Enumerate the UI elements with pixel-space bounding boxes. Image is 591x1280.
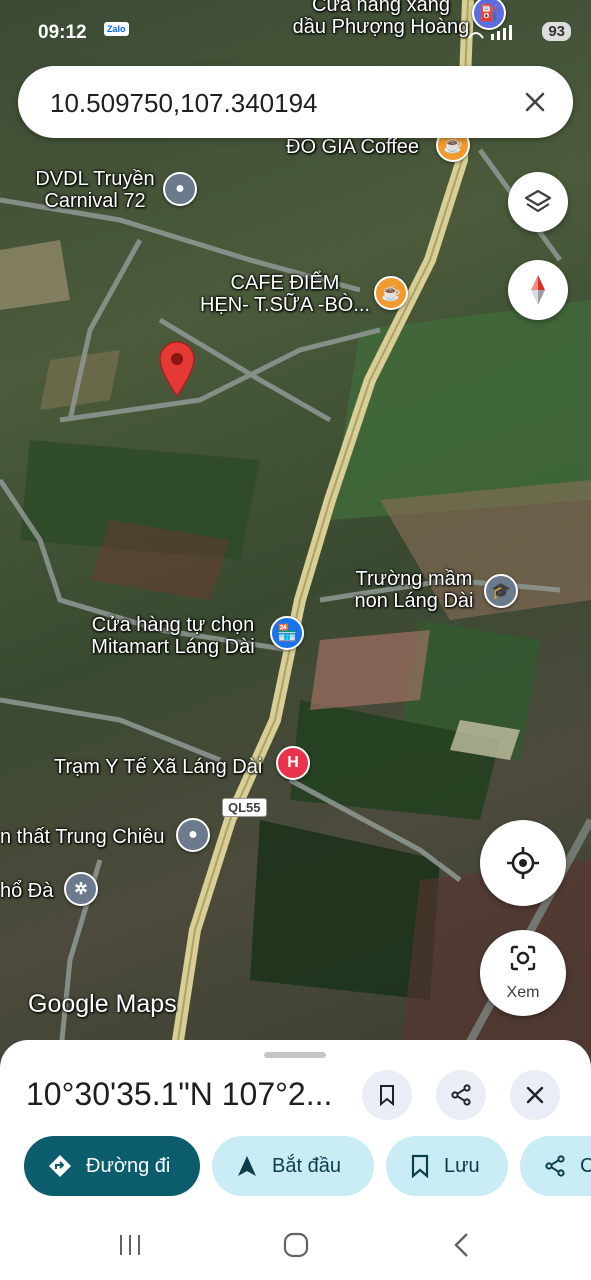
signal-bars-icon: [468, 25, 512, 40]
poi-label-line: HẸN- T.SỮA -BÒ...: [199, 294, 371, 316]
hospital-icon[interactable]: H: [276, 746, 310, 780]
poi-label-line: Trường mầm: [355, 568, 473, 590]
recent-apps-icon: [120, 1235, 140, 1255]
poi-dogia-coffee-label[interactable]: ĐÔ GIA Coffee: [286, 136, 419, 158]
status-time: 09:12: [38, 22, 87, 43]
zalo-notification-icon: Zalo: [104, 22, 129, 36]
action-chips-row[interactable]: Đường đi Bắt đầu Lưu C: [24, 1136, 591, 1198]
directions-button[interactable]: Đường đi: [24, 1136, 200, 1196]
poi-label-line: Carnival 72: [44, 190, 146, 212]
share-icon: [451, 1084, 471, 1106]
system-navigation-bar: [0, 1210, 591, 1280]
school-icon[interactable]: 🎓: [484, 574, 518, 608]
poi-cafe-diem-hen-label[interactable]: CAFE ĐIỂM HẸN- T.SỮA -BÒ...: [196, 272, 374, 316]
place-icon[interactable]: ●: [163, 172, 197, 206]
save-button[interactable]: Lưu: [386, 1136, 508, 1196]
lens-label: Xem: [506, 984, 540, 1001]
home-button[interactable]: [276, 1228, 316, 1262]
directions-icon: [49, 1155, 71, 1177]
close-sheet-button[interactable]: [510, 1070, 560, 1120]
navigation-icon: [238, 1156, 256, 1176]
search-bar[interactable]: 10.509750,107.340194: [18, 66, 573, 138]
coffee-icon[interactable]: ☕: [374, 276, 408, 310]
save-place-button[interactable]: [362, 1070, 412, 1120]
bookmark-icon: [411, 1154, 429, 1178]
recent-apps-button[interactable]: [110, 1228, 150, 1262]
poi-dvdl-label[interactable]: DVDL Truyền Carnival 72: [30, 168, 160, 212]
layers-icon: [524, 189, 552, 213]
my-location-button[interactable]: [480, 820, 566, 906]
poi-school-label[interactable]: Trường mầm non Láng Dài: [346, 568, 482, 612]
compass-button[interactable]: [508, 260, 568, 320]
compass-icon: [531, 275, 545, 305]
location-pin-icon[interactable]: [158, 340, 196, 398]
poi-ho-da-label[interactable]: hổ Đà: [0, 880, 53, 902]
poi-label-line: non Láng Dài: [354, 590, 474, 612]
place-icon[interactable]: ●: [176, 818, 210, 852]
wifi-signal-icon: [467, 24, 523, 45]
poi-label-line: DVDL Truyền: [35, 168, 155, 190]
google-maps-logo: Google Maps: [28, 990, 177, 1018]
directions-label: Đường đi: [86, 1154, 171, 1177]
start-label: Bắt đầu: [272, 1154, 341, 1177]
poi-trung-chieu-label[interactable]: n thất Trung Chiêu: [0, 826, 165, 848]
close-icon: [526, 1086, 544, 1104]
place-coordinate-title: 10°30'35.1"N 107°2...: [26, 1076, 333, 1112]
bookmark-icon: [380, 1085, 394, 1106]
sheet-drag-handle[interactable]: [264, 1052, 326, 1058]
status-bar: 09:12 Zalo 93: [38, 14, 571, 50]
back-button[interactable]: [442, 1228, 482, 1262]
battery-indicator: 93: [542, 22, 571, 41]
poi-tram-y-te-label[interactable]: Trạm Y Tế Xã Láng Dài: [54, 756, 262, 778]
home-icon: [283, 1232, 309, 1258]
lens-view-button[interactable]: Xem: [480, 930, 566, 1016]
share-icon: [545, 1155, 565, 1177]
search-query-text[interactable]: 10.509750,107.340194: [50, 88, 318, 119]
close-icon: [525, 92, 545, 112]
share-place-button[interactable]: [436, 1070, 486, 1120]
layers-button[interactable]: [508, 172, 568, 232]
back-icon: [454, 1233, 468, 1257]
lens-icon: [510, 945, 536, 971]
poi-label-line: Mitamart Láng Dài: [91, 636, 255, 658]
poi-label-line: CAFE ĐIỂM: [230, 272, 340, 294]
temple-icon[interactable]: ✲: [64, 872, 98, 906]
road-shield-ql55: QL55: [222, 798, 267, 817]
poi-label-line: Cửa hàng tự chọn: [91, 614, 255, 636]
my-location-icon: [507, 847, 539, 879]
share-button[interactable]: C: [520, 1136, 591, 1196]
shopping-icon[interactable]: 🏪: [270, 616, 304, 650]
share-label: C: [580, 1154, 591, 1177]
poi-mitamart-label[interactable]: Cửa hàng tự chọn Mitamart Láng Dài: [80, 614, 266, 658]
save-label: Lưu: [444, 1154, 480, 1177]
clear-search-button[interactable]: [515, 82, 555, 122]
start-button[interactable]: Bắt đầu: [212, 1136, 374, 1196]
